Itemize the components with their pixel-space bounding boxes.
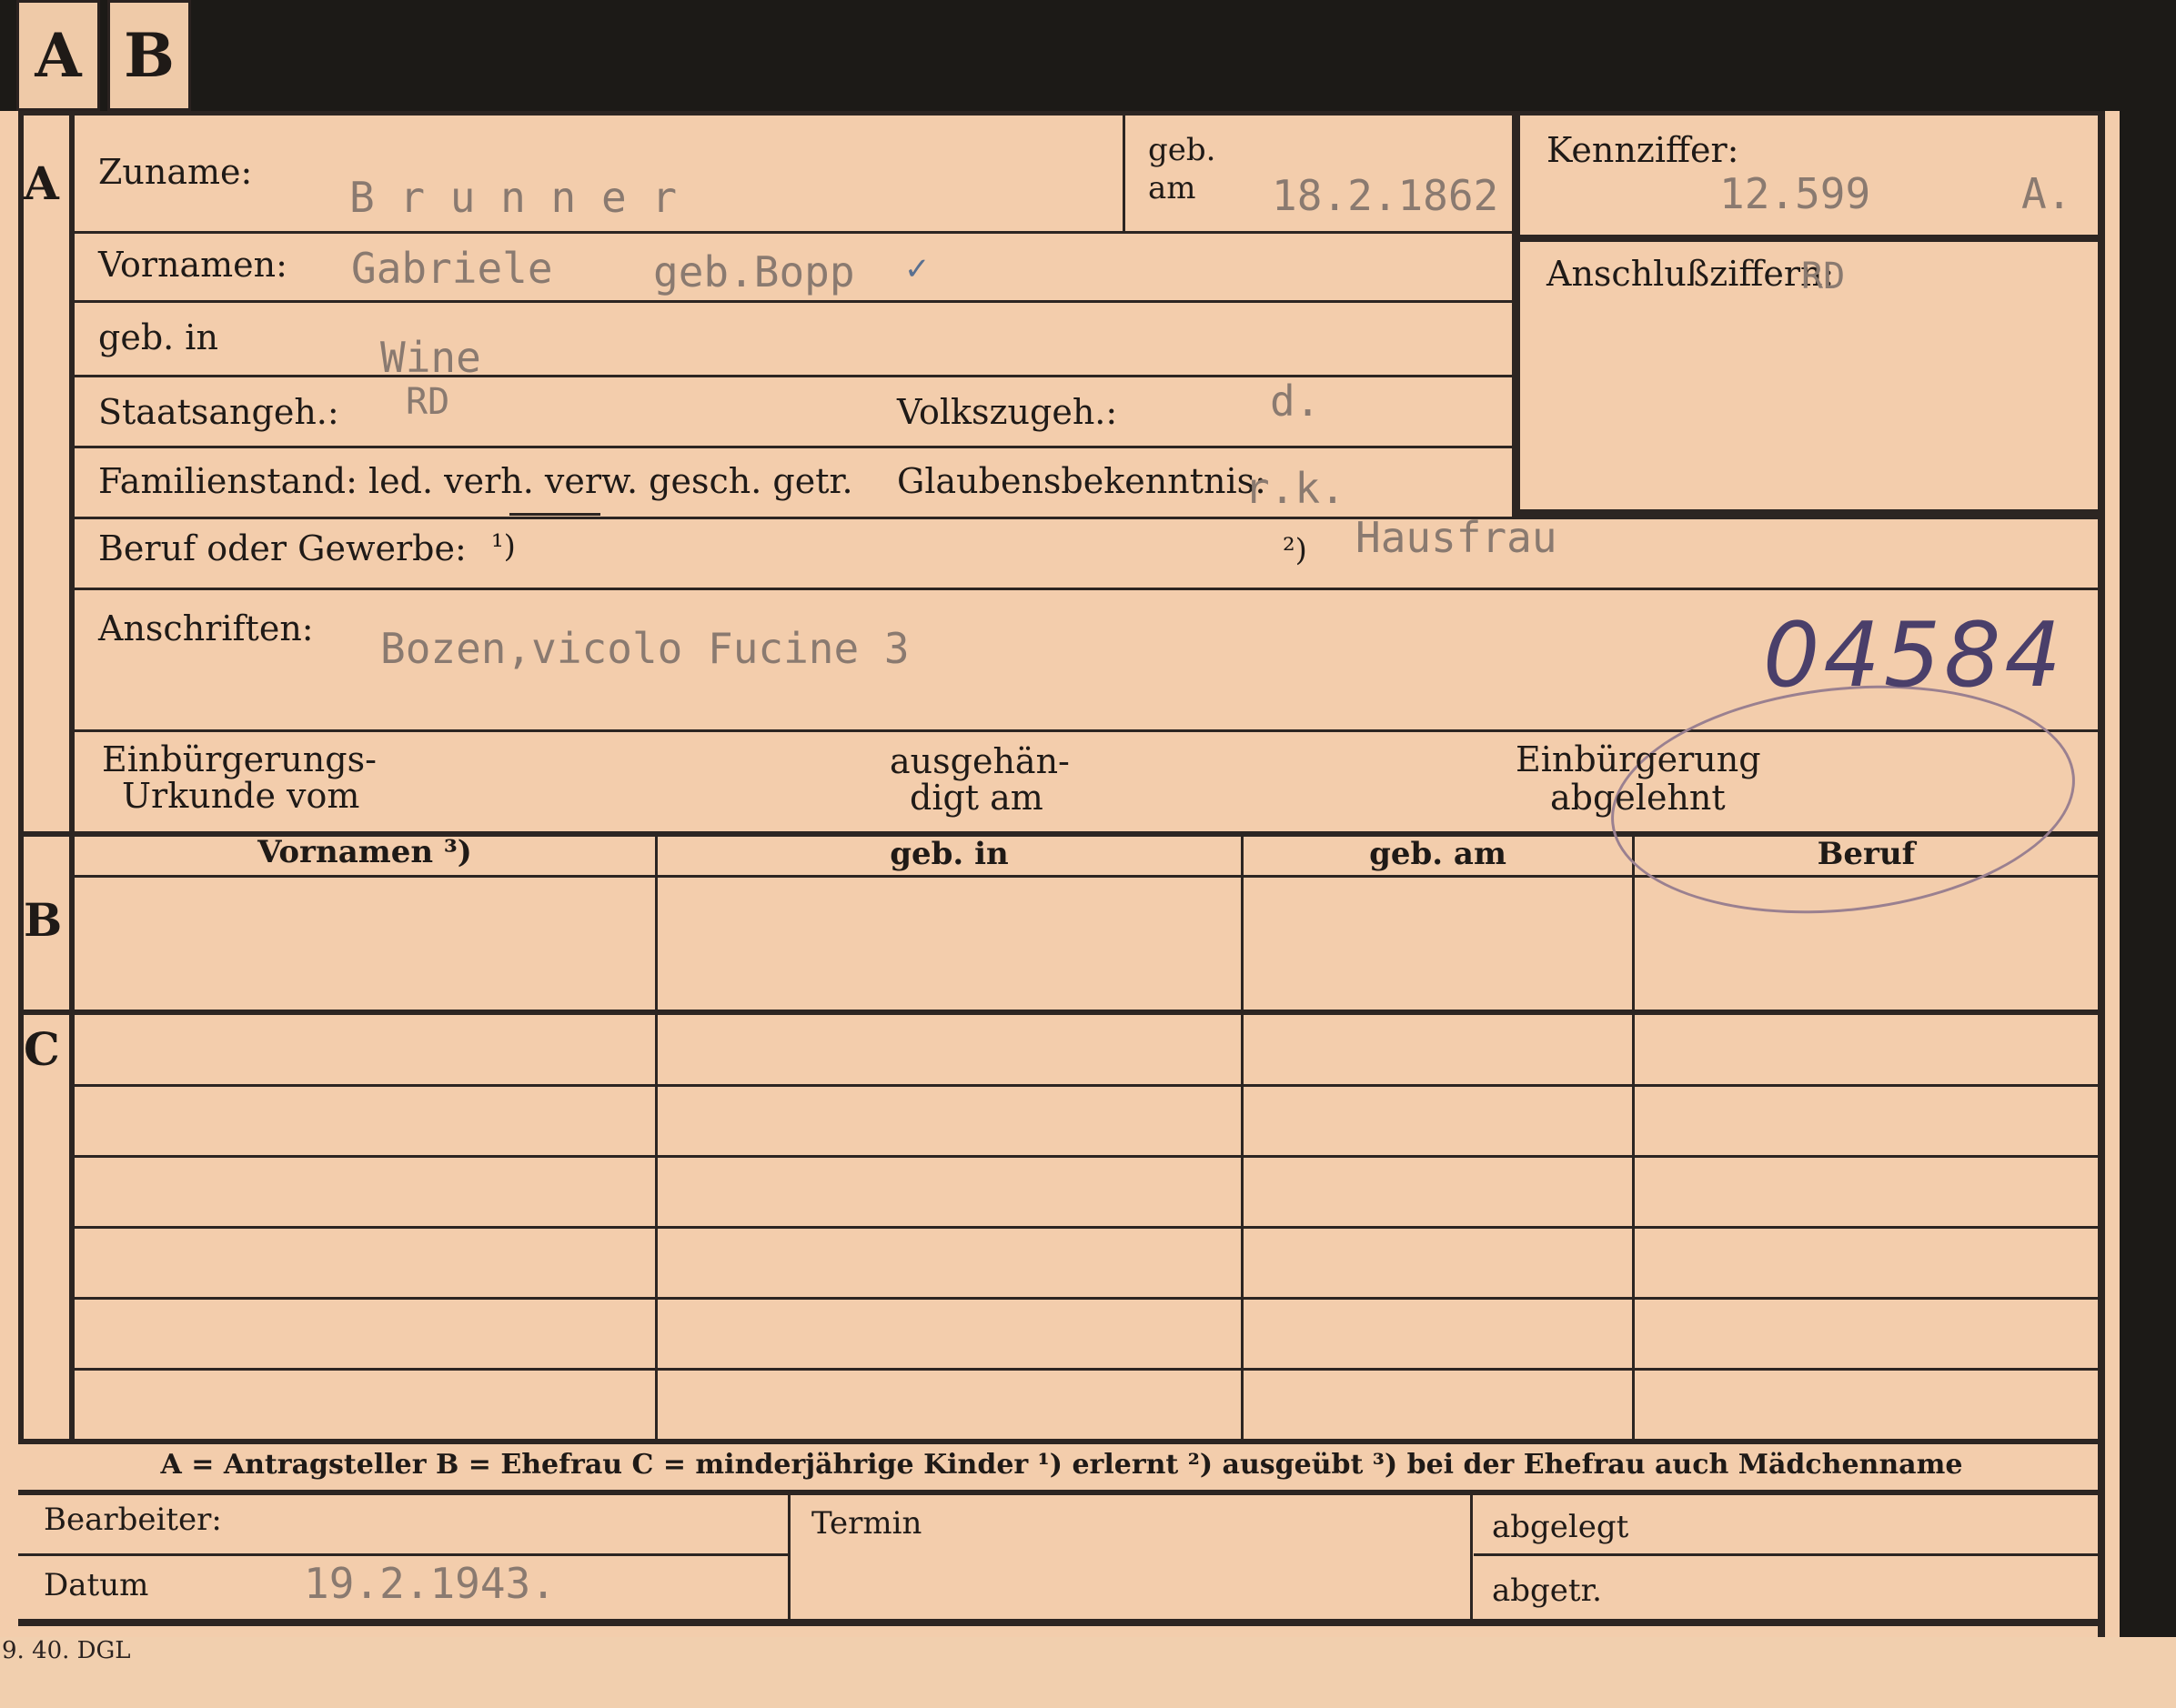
legend-bottom	[18, 1490, 2105, 1495]
staatsangeh-value: RD	[406, 381, 450, 423]
card-bottom-strip	[0, 1637, 2176, 1708]
einbuergerung-urkunde-line-2: Urkunde vom	[122, 776, 360, 816]
legend-top	[18, 1439, 2105, 1444]
rule	[75, 231, 1512, 234]
familienstand-label: Familienstand: led. verh. verw. gesch. g…	[98, 461, 853, 501]
abgelegt-label: abgelegt	[1492, 1509, 1629, 1545]
glaubensbekenntnis-label: Glaubensbekenntnis:	[897, 461, 1266, 501]
rule	[75, 1155, 2098, 1158]
datum-value: 19.2.1943.	[304, 1559, 556, 1608]
rule	[655, 837, 658, 1439]
rule	[75, 446, 1512, 448]
volkszugeh-label: Volkszugeh.:	[897, 392, 1118, 432]
rule	[1474, 1553, 2101, 1556]
frame-right	[2098, 111, 2105, 1648]
rule	[75, 588, 2098, 590]
anschlussziffern-value: RD	[1801, 256, 1846, 297]
geb-am-label-1: geb.	[1148, 132, 1216, 168]
kennziffer-box-left	[1512, 111, 1520, 517]
kennziffer-value: 12.599	[1719, 169, 1871, 218]
anschriften-value: Bozen,vicolo Fucine 3	[380, 624, 910, 673]
rule	[18, 1553, 788, 1556]
rule	[75, 300, 1512, 303]
bearbeiter-label: Bearbeiter:	[44, 1502, 222, 1538]
anschriften-label: Anschriften:	[98, 608, 314, 648]
rule	[788, 1495, 791, 1619]
rule	[75, 1297, 2098, 1300]
ausgehaendigt-line-2: digt am	[910, 778, 1043, 818]
abgetr-label: abgetr.	[1492, 1572, 1602, 1609]
section-b-bottom	[18, 1010, 2105, 1015]
familienstand-underline-verh	[509, 513, 600, 516]
frame-left-inner	[69, 111, 75, 1439]
table-header-beruf: Beruf	[1817, 836, 1916, 872]
rule	[75, 1226, 2098, 1229]
einbuergerung-abgelehnt-line-1: Einbürgerung	[1516, 739, 1761, 779]
rule	[1241, 837, 1244, 1439]
legend: A = Antragsteller B = Ehefrau C = minder…	[160, 1449, 1963, 1481]
frame-top	[18, 111, 2105, 116]
beruf-note-2: ²)	[1283, 532, 1307, 568]
table-header-geb-in: geb. in	[890, 836, 1009, 872]
beruf-note-1: ¹)	[491, 528, 516, 565]
kennziffer-box-divider	[1520, 235, 2102, 242]
print-code: 9. 40. DGL	[2, 1637, 131, 1664]
rule	[1470, 1495, 1473, 1619]
table-header-geb-am: geb. am	[1369, 836, 1506, 872]
frame-bottom	[18, 1619, 2105, 1626]
datum-label: Datum	[44, 1567, 149, 1603]
anschlussziffern-label: Anschlußziffern:	[1546, 254, 1835, 294]
glaubensbekenntnis-value: r.k.	[1244, 464, 1345, 513]
registration-card: A B C Zuname: B r u n n e r geb. am 18.2…	[0, 111, 2120, 1675]
vornamen-value: Gabriele	[351, 244, 553, 293]
geb-in-label: geb. in	[98, 317, 218, 357]
rule	[75, 1084, 2098, 1087]
rule	[75, 1368, 2098, 1371]
section-label-b: B	[24, 893, 63, 947]
rule	[1123, 111, 1125, 231]
staatsangeh-label: Staatsangeh.:	[98, 392, 339, 432]
rule	[1632, 837, 1635, 1439]
einbuergerung-abgelehnt-line-2: abgelehnt	[1550, 778, 1726, 818]
zuname-value: B r u n n e r	[349, 173, 678, 222]
termin-label: Termin	[811, 1505, 922, 1542]
geb-am-value: 18.2.1862	[1272, 175, 1499, 216]
kennziffer-label: Kennziffer:	[1546, 130, 1739, 170]
geb-in-value: Wine	[380, 333, 481, 382]
tab-b[interactable]: B	[107, 0, 191, 111]
check-mark-icon: ✓	[904, 251, 931, 287]
beruf-label: Beruf oder Gewerbe:	[98, 528, 467, 568]
vornamen-maiden-name: geb.Bopp	[653, 247, 855, 296]
kennziffer-suffix: A.	[2021, 169, 2072, 218]
section-label-c: C	[24, 1022, 60, 1076]
table-header-vornamen: Vornamen ³)	[257, 834, 472, 870]
section-label-a: A	[24, 156, 59, 210]
ausgehaendigt-line-1: ausgehän-	[890, 741, 1070, 781]
handwritten-number: 04584	[1763, 604, 2065, 708]
volkszugeh-value: d.	[1270, 377, 1321, 426]
frame-left	[18, 111, 24, 1439]
geb-am-label-2: am	[1148, 170, 1196, 206]
tab-a[interactable]: A	[16, 0, 100, 111]
beruf-value: Hausfrau	[1355, 513, 1557, 562]
kennziffer-box-bottom	[1520, 509, 2102, 518]
einbuergerung-urkunde-line-1: Einbürgerungs-	[102, 739, 377, 779]
vornamen-label: Vornamen:	[98, 245, 287, 285]
zuname-label: Zuname:	[98, 152, 253, 192]
